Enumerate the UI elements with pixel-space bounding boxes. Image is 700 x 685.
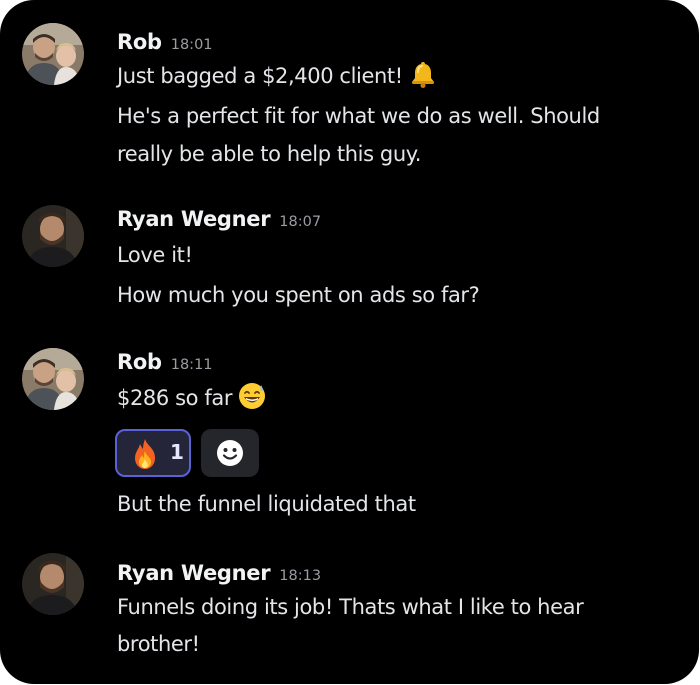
message-line: really be able to help this guy. [117, 142, 422, 166]
bell-emoji [409, 60, 437, 98]
timestamp: 18:07 [279, 214, 322, 230]
message-header: Rob 18:01 [117, 30, 213, 54]
message-text: Love it! [117, 238, 193, 272]
message-line: He's a perfect fit for what we do as wel… [117, 104, 600, 128]
message-text: He's a perfect fit for what we do as wel… [117, 99, 600, 133]
reaction-count: 1 [170, 440, 184, 464]
timestamp: 18:11 [170, 357, 213, 373]
timestamp: 18:13 [279, 568, 322, 584]
reaction-fire[interactable]: 1 [115, 429, 191, 477]
avatar-ryan-wegner[interactable] [22, 205, 84, 267]
message-line: $286 so far [117, 386, 233, 410]
author-name[interactable]: Rob [117, 350, 162, 374]
avatar-ryan-wegner[interactable] [22, 553, 84, 615]
message-text: really be able to help this guy. [117, 137, 421, 171]
smiley-icon [217, 440, 243, 466]
message-text: Funnels doing its job! Thats what I like… [117, 590, 584, 624]
message-line: How much you spent on ads so far? [117, 283, 480, 307]
message-line: But the funnel liquidated that [117, 492, 416, 516]
fire-emoji [130, 438, 160, 474]
message-header: Rob 18:11 [117, 350, 213, 374]
author-name[interactable]: Rob [117, 30, 162, 54]
message-line: Love it! [117, 243, 193, 267]
message-line: Funnels doing its job! Thats what I like… [117, 595, 584, 619]
message-line: Just bagged a $2,400 client! [117, 64, 403, 88]
author-name[interactable]: Ryan Wegner [117, 561, 271, 585]
message-text: $286 so far [117, 381, 266, 420]
message-text: brother! [117, 627, 200, 661]
add-reaction-button[interactable] [201, 429, 259, 477]
message-line: brother! [117, 632, 200, 656]
message-header: Ryan Wegner 18:07 [117, 207, 321, 231]
message-text: But the funnel liquidated that [117, 487, 416, 521]
message-text: How much you spent on ads so far? [117, 278, 480, 312]
avatar-rob[interactable] [22, 348, 84, 410]
avatar-rob[interactable] [22, 23, 84, 85]
grinning-sweat-emoji [238, 382, 266, 420]
author-name[interactable]: Ryan Wegner [117, 207, 271, 231]
message-header: Ryan Wegner 18:13 [117, 561, 321, 585]
chat-window: Rob 18:01 Just bagged a $2,400 client! He… [0, 0, 699, 684]
message-text: Just bagged a $2,400 client! [117, 59, 437, 98]
timestamp: 18:01 [170, 37, 213, 53]
